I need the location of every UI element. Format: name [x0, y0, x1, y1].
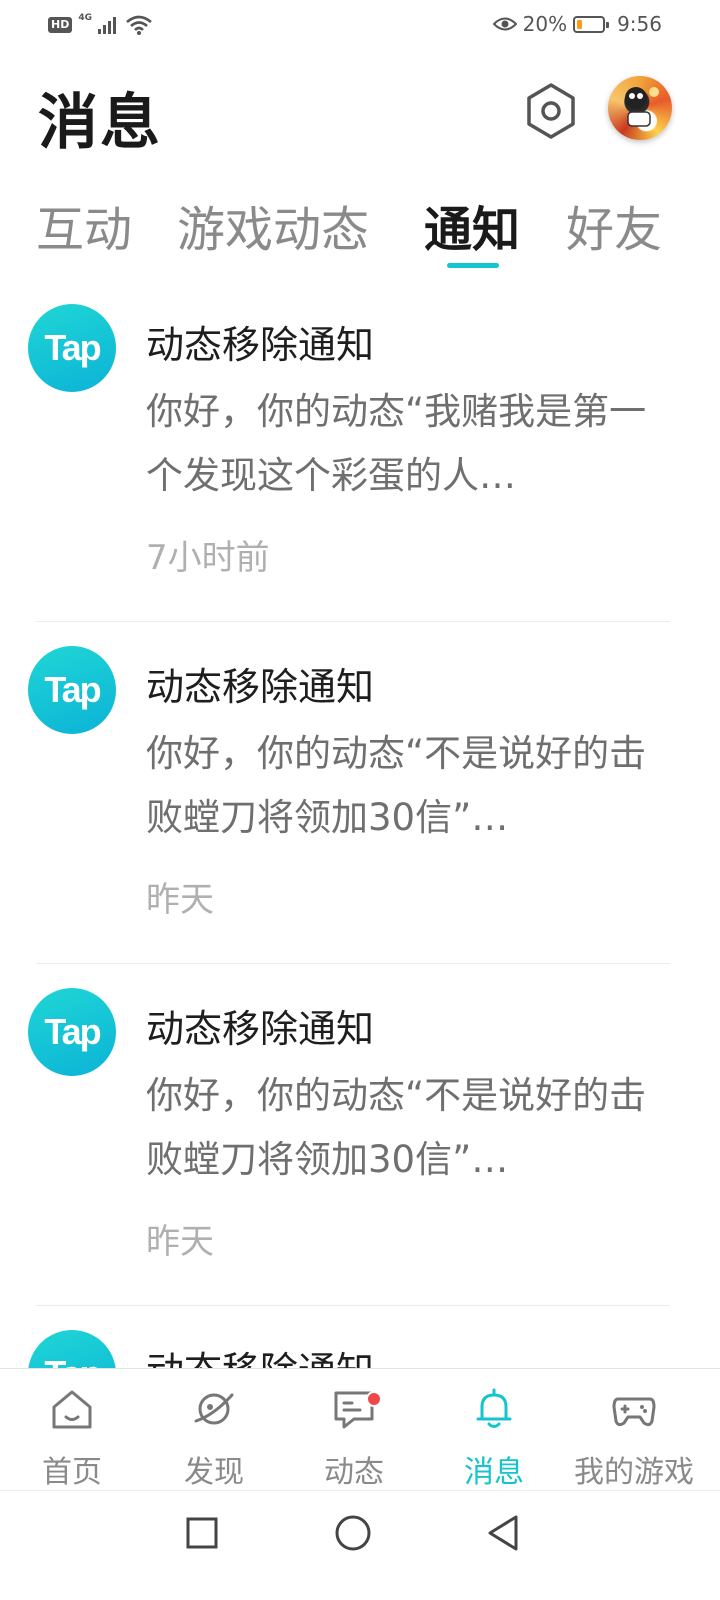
hd-badge: HD: [48, 17, 73, 33]
notification-time: 7小时前: [146, 538, 270, 578]
nav-my-games-label: 我的游戏: [574, 1455, 694, 1490]
notification-time: 昨天: [146, 880, 214, 920]
gamepad-icon: [612, 1397, 656, 1427]
signal-icon: [98, 17, 116, 34]
tab-notifications[interactable]: 通知: [424, 190, 520, 260]
notification-title: 动态移除通知: [146, 1340, 374, 1368]
tap-logo-icon: Tap: [28, 988, 116, 1076]
notification-item[interactable]: Tap 动态移除通知: [0, 1306, 720, 1368]
status-right: 20% 9:56: [492, 10, 662, 38]
notification-body: 你好，你的动态“我赌我是第一个发现这个彩蛋的人…: [146, 390, 647, 497]
nav-my-games[interactable]: 我的游戏: [562, 1369, 706, 1490]
system-nav-bar: [0, 1490, 720, 1600]
bell-icon: [476, 1388, 512, 1428]
notification-item[interactable]: Tap 动态移除通知 你好，你的动态“我赌我是第一个发现这个彩蛋的人… 7小时前: [0, 280, 720, 622]
nav-discover-label: 发现: [184, 1455, 244, 1490]
planet-icon: [194, 1393, 234, 1425]
home-circle-icon[interactable]: [331, 1511, 375, 1555]
notification-item[interactable]: Tap 动态移除通知 你好，你的动态“不是说好的击败螳刀将领加30信”… 昨天: [0, 964, 720, 1306]
notification-time: 昨天: [146, 1222, 214, 1262]
tab-game-updates[interactable]: 游戏动态: [177, 190, 369, 260]
status-bar: HD 4G 20% 9:56: [0, 0, 720, 50]
notification-title: 动态移除通知: [146, 323, 375, 367]
nav-messages-label: 消息: [464, 1455, 524, 1490]
settings-hexagon-icon: [527, 83, 575, 139]
tab-interaction[interactable]: 互动: [36, 190, 132, 260]
tab-bar: 互动 游戏动态 通知 好友: [0, 190, 720, 270]
status-left: HD 4G: [48, 12, 152, 38]
network-type: 4G: [78, 13, 92, 23]
tap-logo-icon: Tap: [28, 1330, 116, 1368]
nav-home-label: 首页: [42, 1455, 102, 1490]
battery-icon: [573, 15, 610, 33]
home-icon: [52, 1390, 92, 1429]
tab-friends[interactable]: 好友: [566, 190, 662, 260]
nav-home[interactable]: 首页: [0, 1369, 144, 1490]
notification-list: Tap 动态移除通知 你好，你的动态“我赌我是第一个发现这个彩蛋的人… 7小时前…: [0, 280, 720, 1368]
tab-active-indicator: [447, 263, 499, 268]
recent-apps-icon[interactable]: [180, 1511, 224, 1555]
avatar-illustration: [625, 87, 659, 127]
battery-percent: 20%: [522, 12, 568, 36]
settings-button[interactable]: [522, 82, 580, 140]
nav-feed-label: 动态: [324, 1455, 384, 1490]
notification-badge: [366, 1391, 382, 1407]
bottom-nav: 首页 发现 动态 消息 我的游戏: [0, 1368, 720, 1490]
nav-discover[interactable]: 发现: [142, 1369, 286, 1490]
notification-body: 你好，你的动态“不是说好的击败螳刀将领加30信”…: [146, 732, 647, 839]
tap-logo-icon: Tap: [28, 646, 116, 734]
nav-feed[interactable]: 动态: [282, 1369, 426, 1490]
battery-fill: [577, 19, 583, 29]
nav-messages[interactable]: 消息: [422, 1369, 566, 1490]
page-title: 消息: [38, 88, 162, 158]
wifi-icon: [126, 15, 152, 35]
notification-title: 动态移除通知: [146, 665, 375, 709]
avatar[interactable]: [608, 76, 672, 140]
notification-title: 动态移除通知: [146, 1007, 375, 1051]
eye-icon: [492, 17, 517, 31]
clock: 9:56: [617, 12, 662, 36]
back-triangle-icon[interactable]: [482, 1511, 526, 1555]
notification-body: 你好，你的动态“不是说好的击败螳刀将领加30信”…: [146, 1074, 647, 1181]
tap-logo-icon: Tap: [28, 304, 116, 392]
notification-item[interactable]: Tap 动态移除通知 你好，你的动态“不是说好的击败螳刀将领加30信”… 昨天: [0, 622, 720, 964]
